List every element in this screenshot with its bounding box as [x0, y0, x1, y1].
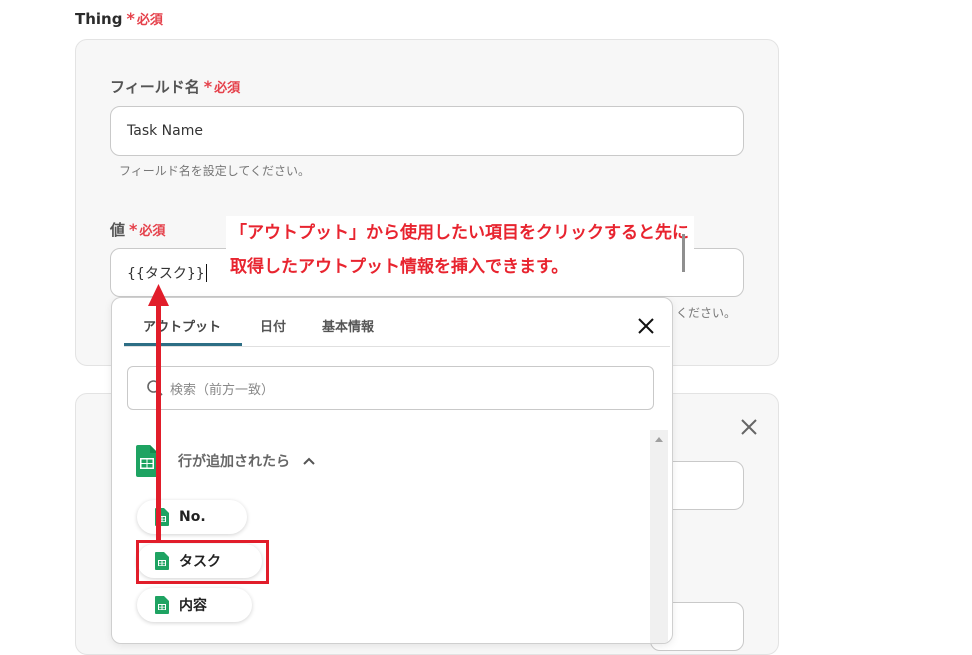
output-picker-panel: アウトプット 日付 基本情報 検索（前方一致） 行が追加されたら No. タスク… — [111, 297, 673, 644]
search-input[interactable]: 検索（前方一致） — [127, 366, 654, 410]
required-marker: * 必須 — [126, 9, 163, 28]
annotation-bar — [682, 234, 685, 272]
field-name-help: フィールド名を設定してください。 — [119, 164, 311, 178]
required-marker: * 必須 — [203, 77, 241, 96]
close-icon — [741, 419, 757, 435]
value-help: ください。 — [676, 306, 737, 320]
annotation-arrow — [148, 284, 169, 542]
required-marker: * 必須 — [129, 220, 166, 239]
google-sheets-icon — [155, 596, 169, 614]
output-item-content[interactable]: 内容 — [137, 588, 252, 622]
text-caret — [205, 263, 207, 282]
chevron-up-icon[interactable] — [302, 456, 316, 466]
annotation-callout: 「アウトプット」から使用したい項目をクリックすると先に 取得したアウトプット情報… — [226, 216, 694, 288]
scrollbar[interactable] — [650, 430, 668, 643]
tab-date[interactable]: 日付 — [260, 316, 286, 335]
close-icon — [638, 318, 654, 334]
value-label: 値 * 必須 — [110, 220, 166, 239]
remove-field-button[interactable] — [739, 417, 759, 437]
field-name-label: フィールド名 * 必須 — [110, 77, 241, 96]
tab-basic-info[interactable]: 基本情報 — [322, 316, 374, 335]
field-name-input[interactable]: Task Name — [110, 106, 744, 156]
section-title: Thing — [75, 10, 123, 28]
section-label: Thing * 必須 — [75, 9, 163, 28]
tab-divider — [124, 346, 670, 347]
close-panel-button[interactable] — [636, 316, 656, 336]
scroll-up-arrow-icon[interactable] — [650, 434, 668, 444]
